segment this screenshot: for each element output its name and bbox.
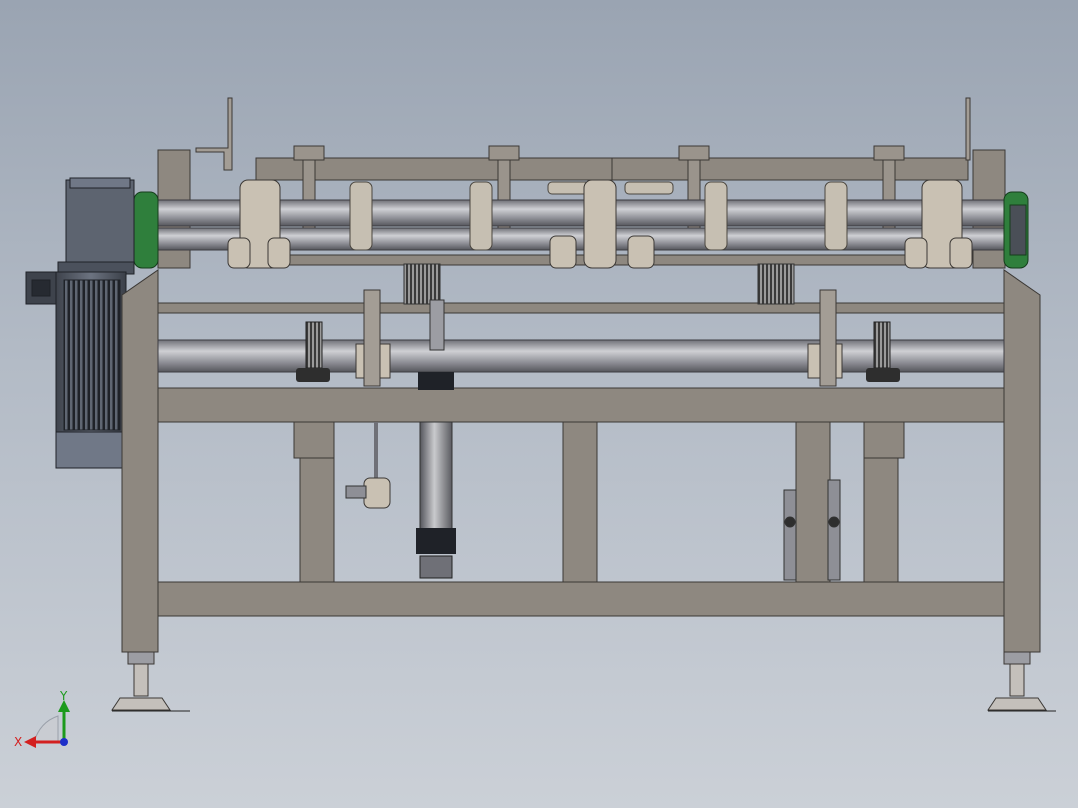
drive-gearboxes — [403, 263, 795, 305]
gear-motor — [25, 177, 135, 469]
machine-drawing[interactable] — [0, 0, 1078, 808]
pendulum-roller — [345, 422, 391, 509]
lower-frame — [121, 269, 1041, 653]
cad-viewport[interactable]: Y X — [0, 0, 1078, 808]
leveling-feet — [111, 651, 1056, 712]
